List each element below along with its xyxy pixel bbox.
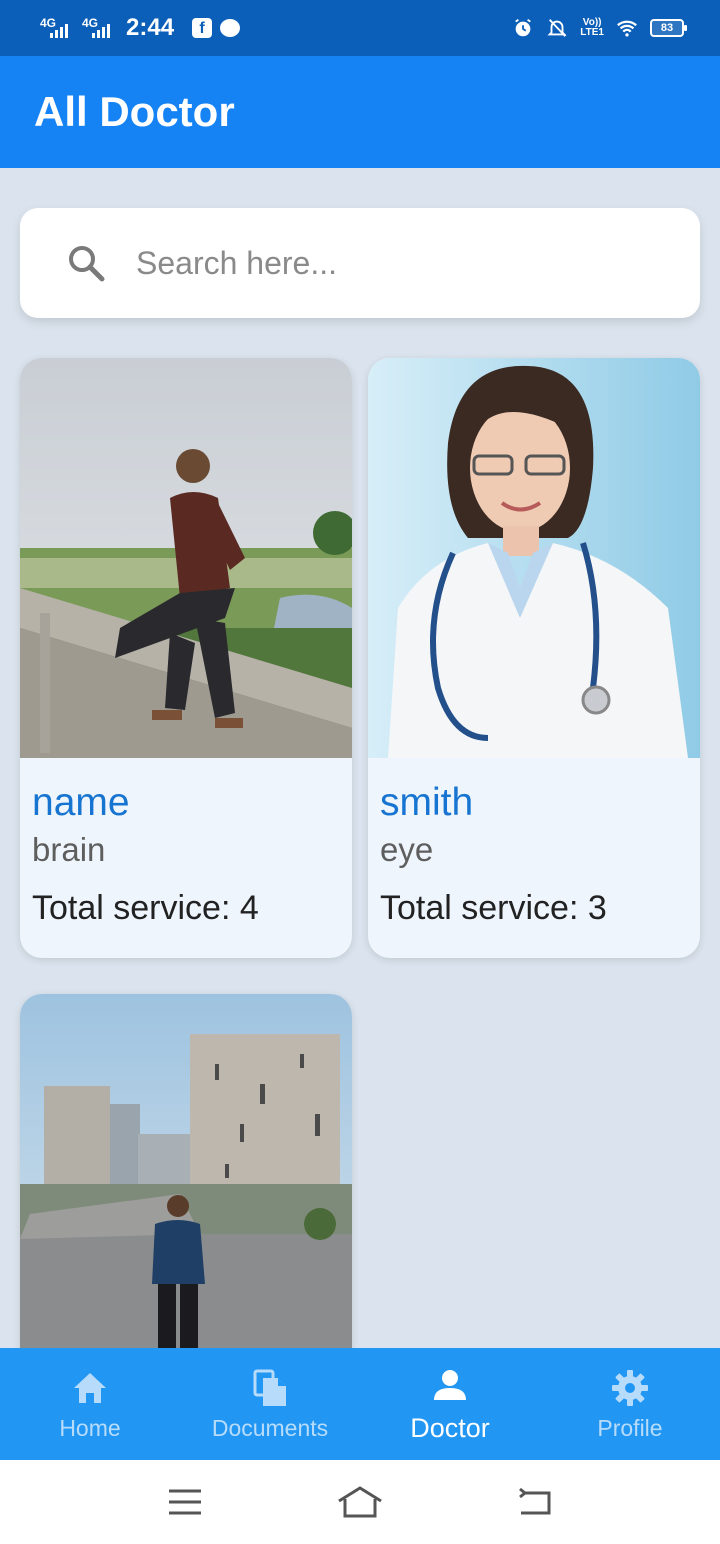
nav-label-doctor: Doctor [410, 1412, 490, 1443]
mute-bell-icon [547, 19, 567, 37]
bottom-navigation: Home Documents Doctor Profile [0, 1348, 720, 1460]
facebook-icon: f [192, 18, 213, 38]
doctor-photo [20, 994, 352, 1394]
signal-icon-sim2: 4G [82, 16, 116, 40]
nav-item-doctor[interactable]: Doctor [360, 1348, 540, 1460]
back-icon[interactable] [517, 1487, 553, 1517]
nav-item-profile[interactable]: Profile [540, 1348, 720, 1460]
doctor-card[interactable]: name brain Total service: 4 [20, 358, 352, 958]
battery-level: 83 [660, 22, 674, 34]
volte-icon: Vo)) LTE1 [580, 18, 604, 38]
gear-icon [612, 1369, 648, 1406]
nav-item-home[interactable]: Home [0, 1348, 180, 1460]
page-title: All Doctor [34, 88, 235, 135]
doctor-card[interactable]: smith eye Total service: 3 [368, 358, 700, 958]
doctor-photo [20, 358, 352, 758]
doctor-specialty: brain [32, 831, 106, 868]
doctor-name: smith [380, 781, 474, 824]
search-icon [69, 246, 105, 282]
documents-icon [253, 1369, 286, 1406]
menu-icon[interactable] [167, 1487, 203, 1517]
status-time: 2:44 [126, 14, 175, 41]
home-nav-icon[interactable] [336, 1485, 384, 1519]
status-bar: 4G 4G 2:44 f Vo)) LTE1 83 [0, 0, 720, 56]
app-bar: All Doctor [0, 56, 720, 168]
search-bar[interactable] [20, 208, 700, 318]
alarm-icon [515, 18, 532, 37]
doctor-photo [368, 358, 700, 758]
doctor-total-service: Total service: 3 [380, 889, 607, 927]
doctor-name: name [32, 781, 130, 824]
doctor-info: name brain Total service: 4 [20, 758, 352, 958]
nav-label-documents: Documents [211, 1414, 329, 1441]
lte-label: LTE1 [580, 27, 604, 38]
home-icon [74, 1372, 106, 1403]
messenger-icon [220, 19, 241, 37]
doctor-total-service: Total service: 4 [32, 889, 259, 927]
wifi-icon [617, 20, 637, 37]
system-navigation-bar [0, 1460, 720, 1544]
battery-icon: 83 [650, 19, 687, 37]
person-icon [434, 1369, 466, 1400]
nav-item-documents[interactable]: Documents [180, 1348, 360, 1460]
nav-label-home: Home [59, 1414, 121, 1441]
search-input[interactable] [136, 244, 676, 282]
nav-label-profile: Profile [597, 1414, 663, 1441]
doctor-info: smith eye Total service: 3 [368, 758, 700, 958]
doctor-specialty: eye [380, 831, 434, 868]
signal-icon-sim1: 4G [40, 16, 74, 40]
